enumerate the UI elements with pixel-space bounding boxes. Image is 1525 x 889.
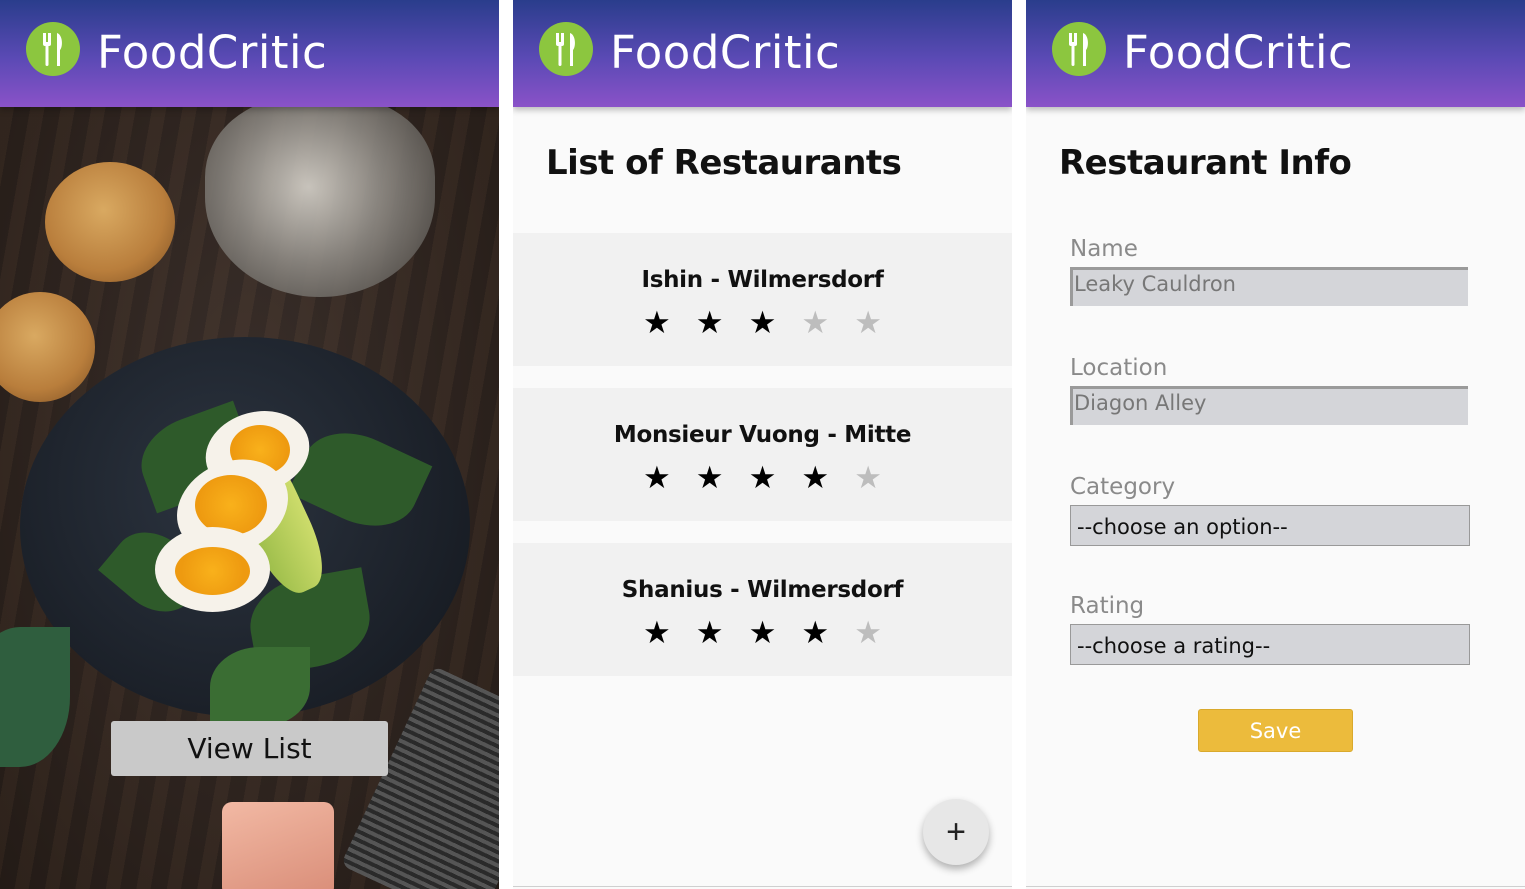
star-icon: ★ (695, 305, 749, 340)
add-restaurant-button[interactable]: + (923, 799, 989, 865)
star-icon: ★ (854, 615, 907, 650)
app-title: FoodCritic (1123, 26, 1354, 79)
home-screen: FoodCritic View List (0, 0, 499, 889)
page-title: List of Restaurants (546, 143, 902, 183)
view-list-button[interactable]: View List (111, 721, 388, 776)
app-bar: FoodCritic (1026, 0, 1525, 107)
star-rating: ★★★★★ (513, 305, 1012, 341)
star-icon: ★ (748, 460, 802, 495)
category-label: Category (1070, 474, 1176, 500)
app-bar: FoodCritic (0, 0, 499, 107)
star-icon: ★ (854, 460, 907, 495)
star-icon: ★ (801, 305, 855, 340)
divider (1026, 886, 1525, 887)
form-screen: FoodCritic Restaurant Info Name Leaky Ca… (1026, 0, 1525, 889)
app-bar: FoodCritic (513, 0, 1012, 107)
restaurant-card[interactable]: Shanius - Wilmersdorf ★★★★★ (513, 543, 1012, 676)
name-field[interactable]: Leaky Cauldron (1070, 267, 1468, 306)
rating-label: Rating (1070, 593, 1145, 619)
star-icon: ★ (801, 615, 855, 650)
star-icon: ★ (643, 305, 696, 340)
page-title: Restaurant Info (1059, 143, 1352, 183)
restaurant-name: Monsieur Vuong - Mitte (613, 422, 912, 448)
star-rating: ★★★★★ (513, 615, 1012, 651)
category-select[interactable]: --choose an option-- (1070, 505, 1470, 546)
rating-select[interactable]: --choose a rating-- (1070, 624, 1470, 665)
star-icon: ★ (854, 305, 907, 340)
location-field[interactable]: Diagon Alley (1070, 386, 1468, 425)
restaurant-name: Ishin - Wilmersdorf (641, 267, 884, 293)
star-rating: ★★★★★ (513, 460, 1012, 496)
location-label: Location (1070, 355, 1168, 381)
save-button[interactable]: Save (1198, 709, 1353, 752)
restaurant-name: Shanius - Wilmersdorf (621, 577, 904, 603)
fork-knife-icon (26, 22, 80, 76)
restaurant-card[interactable]: Monsieur Vuong - Mitte ★★★★★ (513, 388, 1012, 521)
list-screen: FoodCritic List of Restaurants Ishin - W… (513, 0, 1012, 889)
divider (513, 886, 1012, 887)
restaurant-card[interactable]: Ishin - Wilmersdorf ★★★★★ (513, 233, 1012, 366)
fork-knife-icon (539, 22, 593, 76)
star-icon: ★ (748, 615, 802, 650)
fork-knife-icon (1052, 22, 1106, 76)
name-label: Name (1070, 236, 1138, 262)
star-icon: ★ (801, 460, 855, 495)
star-icon: ★ (643, 460, 696, 495)
star-icon: ★ (695, 615, 749, 650)
star-icon: ★ (748, 305, 802, 340)
app-title: FoodCritic (97, 26, 328, 79)
star-icon: ★ (695, 460, 749, 495)
star-icon: ★ (643, 615, 696, 650)
app-title: FoodCritic (610, 26, 841, 79)
